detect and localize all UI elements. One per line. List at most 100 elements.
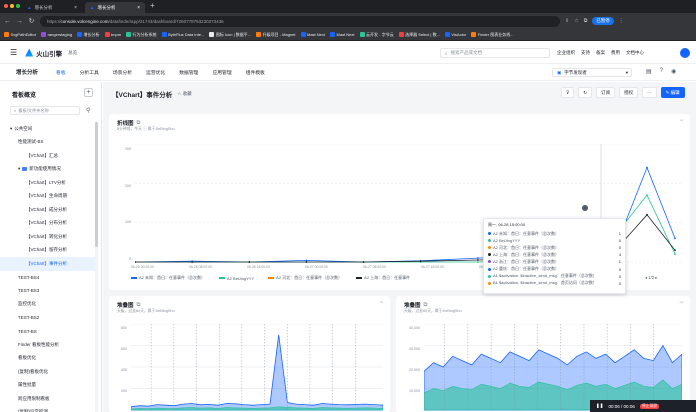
extensions-icon[interactable]: ⧉ xyxy=(584,18,588,24)
bookmark-item[interactable]: 图标 Icon | 数据平... xyxy=(209,32,251,38)
url-input[interactable]: https://console.volcengine.com/datafinde… xyxy=(40,15,560,27)
sidebar-search-input[interactable]: ⌕ 看板/文件夹名称 xyxy=(10,106,80,115)
stacked-chart-plot-1[interactable] xyxy=(131,324,383,412)
sidebar-item[interactable]: (复制)看板优化 xyxy=(0,365,96,379)
subscribe-button[interactable]: 订阅 xyxy=(596,87,616,98)
bookmark-item[interactable]: ByteFlus Data Inte... xyxy=(161,32,204,37)
header-link-support[interactable]: 支持 xyxy=(581,50,590,56)
bookmark-item[interactable]: rangerstaging xyxy=(41,32,72,37)
maximize-window-button[interactable] xyxy=(16,4,20,8)
minimize-window-button[interactable] xyxy=(10,4,14,8)
bookmark-item[interactable]: 升级项目 - Magnet xyxy=(256,32,296,38)
filter-icon[interactable]: ⚲ xyxy=(86,107,90,114)
edit-button[interactable]: ✎ 编辑 xyxy=(660,87,685,98)
filter-button[interactable]: ⊽ xyxy=(561,87,575,98)
bookmark-item[interactable]: Mast Next xyxy=(300,32,325,37)
sidebar-scrollbar[interactable] xyxy=(95,122,98,412)
authorize-button[interactable]: 授权 xyxy=(619,87,639,98)
menu-item-dashboard[interactable]: 看板 xyxy=(56,69,66,76)
add-dashboard-button[interactable]: + xyxy=(84,88,93,97)
help-icon[interactable]: ? xyxy=(660,68,663,75)
home-link[interactable]: 总览 xyxy=(68,50,77,56)
sidebar-item[interactable]: 【VChart】分布分析 xyxy=(0,217,96,231)
bookmark-item[interactable]: Mast Next xyxy=(330,32,355,37)
refresh-button[interactable]: ↻ xyxy=(578,87,593,98)
sidebar-item[interactable]: TEST-BS4 xyxy=(0,271,96,285)
pause-icon[interactable]: ❚❚ xyxy=(596,403,604,409)
bookmark-item[interactable]: VisActor xyxy=(444,32,466,37)
tab-close-icon[interactable]: × xyxy=(74,5,77,11)
sidebar-item[interactable]: 【VChart】汇总 xyxy=(0,149,96,163)
bookmark-item[interactable]: 选择器 Select | 数... xyxy=(398,32,440,38)
window-controls[interactable] xyxy=(4,4,20,8)
new-tab-icon[interactable]: + xyxy=(150,1,155,10)
card-more-icon[interactable]: ··· xyxy=(379,299,384,306)
browser-tab-1[interactable]: ▲ 增长分析 × xyxy=(22,2,82,13)
sidebar-item[interactable]: (复制)异常检测 xyxy=(0,406,96,412)
user-icon[interactable]: ◉ xyxy=(671,68,676,75)
sidebar-item[interactable]: 【VChart】事件分析 xyxy=(0,257,96,271)
sidebar-item[interactable]: 【VChart】转化分析 xyxy=(0,230,96,244)
project-select[interactable]: ▣ 字节发现者 ▾ xyxy=(552,68,632,77)
bookmark-item[interactable]: 云开发 - 字节云 xyxy=(359,32,394,38)
browser-tab-2[interactable]: ▲ 增长分析 × xyxy=(85,2,145,13)
sidebar-item[interactable]: 【VChart】留存分析 xyxy=(0,244,96,258)
more-button[interactable]: ··· xyxy=(642,87,657,98)
legend-item[interactable]: A2 BeiJingYYY xyxy=(219,275,254,281)
menu-item-operations[interactable]: 运营优化 xyxy=(146,69,165,76)
header-link-billing[interactable]: 费用 xyxy=(611,50,620,56)
bookmark-item[interactable]: SvgPathEditor xyxy=(4,32,36,37)
bookmark-item[interactable]: 行为分析系统 xyxy=(126,32,157,38)
open-link-icon[interactable]: ⧉ xyxy=(137,120,141,127)
sidebar-item[interactable]: 看板优化 xyxy=(0,352,96,366)
bookmark-item[interactable]: 增长分析 xyxy=(77,32,100,38)
menu-item-data-management[interactable]: 数据管理 xyxy=(179,69,198,76)
card-more-icon[interactable]: ··· xyxy=(679,299,684,306)
chevron-down-icon[interactable]: ▾ xyxy=(10,126,12,132)
legend-item[interactable]: A2 河北：首日：任意事件（总次数） xyxy=(268,275,342,281)
menu-item-templates[interactable]: 组件模板 xyxy=(246,69,265,76)
stop-recording-button[interactable]: 停止录屏 xyxy=(639,403,660,409)
open-link-icon[interactable]: ⧉ xyxy=(137,302,141,309)
card-more-icon[interactable]: ··· xyxy=(679,117,684,124)
menu-item-analysis-tools[interactable]: 分析工具 xyxy=(80,69,99,76)
sidebar-item[interactable]: ▾ 公共空间 xyxy=(0,122,96,136)
legend-item[interactable]: A2 上海：首日：任意事件 xyxy=(356,275,410,281)
share-icon[interactable]: ⇪ xyxy=(565,18,569,24)
global-search-input[interactable]: ⌕ 搜索产品或文档 xyxy=(440,48,550,58)
tab-close-icon[interactable]: × xyxy=(137,5,140,11)
stacked-chart-plot-2[interactable] xyxy=(424,324,682,412)
sidebar-item[interactable]: 属性批量 xyxy=(0,379,96,393)
header-link-docs[interactable]: 文档中心 xyxy=(626,50,644,56)
menu-item-scenario[interactable]: 场景分析 xyxy=(113,69,132,76)
profile-paused-button[interactable]: 已暂停 xyxy=(592,17,614,25)
sidebar-item[interactable]: TEST-BS xyxy=(0,325,96,339)
forward-icon[interactable]: → xyxy=(16,18,23,25)
sidebar-item[interactable]: 【VChart】成分分析 xyxy=(0,203,96,217)
logo[interactable]: 火山引擎 xyxy=(25,48,62,58)
sidebar-item[interactable]: 【VChart】LTV分析 xyxy=(0,176,96,190)
sidebar-item[interactable]: TEST-BS3 xyxy=(0,284,96,298)
back-icon[interactable]: ← xyxy=(4,18,11,25)
sidebar-item[interactable]: 监控优化 xyxy=(0,298,96,312)
chevron-down-icon[interactable]: ▾ xyxy=(18,166,20,172)
sidebar-item[interactable]: Finder 看板性能分析 xyxy=(0,338,96,352)
sidebar-item[interactable]: 性能测试-BS xyxy=(0,136,96,150)
sidebar-item[interactable]: ▾ 新功能使用情况 xyxy=(0,163,96,177)
header-link-filing[interactable]: 备案 xyxy=(596,50,605,56)
browser-menu-icon[interactable]: ⋮ xyxy=(619,18,624,24)
bookmark-star-icon[interactable]: ☆ xyxy=(574,18,578,24)
scrollbar-thumb[interactable] xyxy=(95,122,98,247)
close-window-button[interactable] xyxy=(4,4,8,8)
legend-pager[interactable]: ◂ 1/2 ▸ xyxy=(645,275,657,280)
menu-icon[interactable]: ☰ xyxy=(10,48,17,57)
bookmark-item[interactable]: Finder 图表业务线... xyxy=(471,32,514,38)
open-link-icon[interactable]: ⧉ xyxy=(424,302,428,309)
sidebar-item[interactable]: TEST-BS2 xyxy=(0,311,96,325)
favorite-button[interactable]: ☆ 收藏 xyxy=(177,91,191,97)
document-icon[interactable]: ▤ xyxy=(646,68,652,75)
bookmark-item[interactable]: bnpm xyxy=(104,32,121,37)
header-link-org[interactable]: 企业组织 xyxy=(557,50,575,56)
sidebar-item[interactable]: 【VChart】生命周期 xyxy=(0,190,96,204)
legend-item[interactable]: A2 未知：首日：任意事件（总次数） xyxy=(131,275,205,281)
